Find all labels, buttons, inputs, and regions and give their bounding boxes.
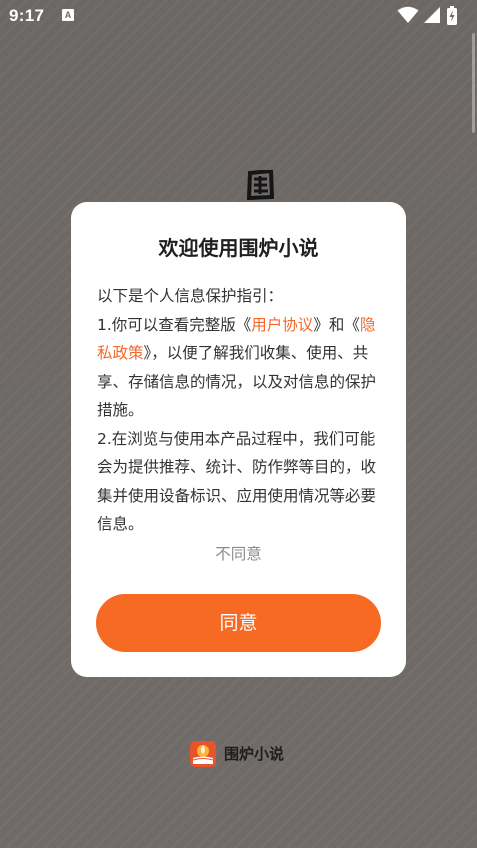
app-logo-icon	[190, 741, 216, 767]
p1-middle: 》和《	[313, 315, 360, 334]
app-name: 围炉小说	[224, 745, 285, 763]
status-bar: 9:17 A	[0, 0, 477, 32]
footer-brand: 围炉小说	[190, 741, 310, 769]
privacy-dialog: 欢迎使用围炉小说 以下是个人信息保护指引： 1.你可以查看完整版《用户协议》和《…	[71, 202, 406, 677]
status-icons	[397, 6, 467, 26]
battery-icon	[447, 6, 457, 25]
p1-prefix: 1.你可以查看完整版《	[97, 315, 252, 334]
disagree-button[interactable]: 不同意	[71, 542, 406, 564]
intro-text: 以下是个人信息保护指引：	[97, 287, 284, 305]
paragraph-2: 2.在浏览与使用本产品过程中，我们可能会为提供推荐、统计、防作弊等目的，收集并使…	[97, 429, 377, 534]
scrollbar[interactable]	[472, 33, 475, 133]
dialog-body: 以下是个人信息保护指引： 1.你可以查看完整版《用户协议》和《隐私政策》，以便了…	[97, 282, 381, 539]
splash-logo-icon	[246, 170, 275, 200]
wifi-icon	[397, 6, 419, 23]
user-agreement-link[interactable]: 用户协议	[251, 316, 313, 334]
signal-icon	[424, 7, 440, 23]
notification-a-icon: A	[62, 9, 74, 21]
status-time: 9:17	[9, 6, 45, 25]
dialog-title: 欢迎使用围炉小说	[158, 236, 319, 260]
agree-button[interactable]: 同意	[96, 594, 381, 652]
paragraph-1: 1.你可以查看完整版《用户协议》和《隐私政策》，以便了解我们收集、使用、共享、存…	[97, 311, 381, 425]
